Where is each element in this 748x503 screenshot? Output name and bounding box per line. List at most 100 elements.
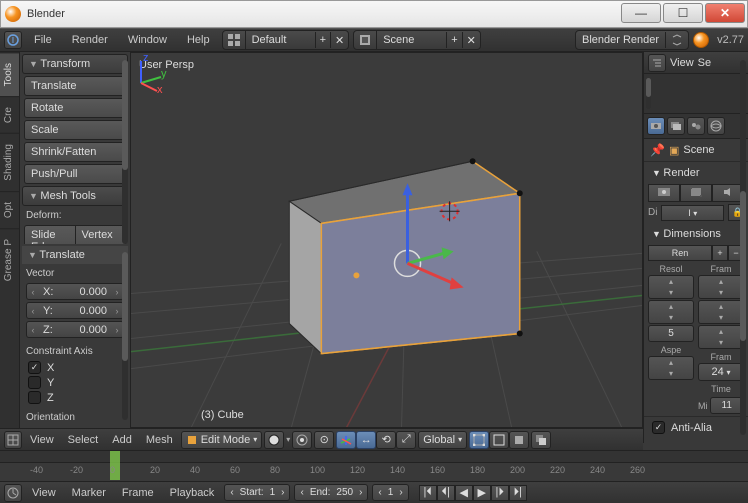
resolution-x-stepper[interactable]: ▴▾ — [648, 275, 694, 299]
scale-button[interactable]: Scale — [24, 120, 126, 140]
select-mode-face-button[interactable] — [509, 431, 529, 449]
display-mode-selector[interactable]: I ▾ — [661, 205, 724, 221]
scene-name[interactable]: Scene — [377, 32, 447, 48]
render-engine-selector[interactable]: Blender Render — [575, 30, 689, 50]
menu-help[interactable]: Help — [179, 31, 218, 49]
chevron-left-icon[interactable]: ‹ — [27, 306, 39, 316]
tl-marker-menu[interactable]: Marker — [66, 485, 112, 501]
menu-file[interactable]: File — [26, 31, 60, 49]
frame-start-stepper[interactable]: ▴▾ — [698, 275, 744, 299]
manipulator-translate-button[interactable]: ↔ — [356, 431, 376, 449]
pivot-point-button[interactable] — [292, 431, 312, 449]
layout-browse-icon[interactable] — [223, 31, 246, 49]
aspect-x-stepper[interactable]: ▴▾ — [648, 356, 694, 380]
layout-name[interactable]: Default — [246, 32, 316, 48]
tl-view-menu[interactable]: View — [26, 485, 62, 501]
3d-viewport[interactable]: User Persp — [130, 52, 643, 428]
resolution-percentage-field[interactable]: 5 — [648, 325, 694, 342]
menu-window[interactable]: Window — [120, 31, 175, 49]
outliner-search-menu[interactable]: Se — [698, 57, 711, 69]
play-reverse-button[interactable]: ◀ — [455, 485, 473, 501]
render-tab-icon[interactable] — [647, 117, 665, 135]
timeline-ruler[interactable] — [0, 451, 748, 463]
frame-rate-field[interactable]: 24 ▾ — [698, 363, 744, 381]
tl-frame-menu[interactable]: Frame — [116, 485, 160, 501]
render-animation-button[interactable] — [680, 184, 712, 202]
vtab-grease-pencil[interactable]: Grease P — [0, 228, 19, 291]
chevron-right-icon[interactable]: › — [396, 487, 405, 498]
chevron-left-icon[interactable]: ‹ — [27, 325, 39, 335]
constraint-y-checkbox[interactable]: Y — [28, 376, 122, 389]
properties-scrollbar[interactable] — [740, 60, 746, 435]
chevron-left-icon[interactable]: ‹ — [297, 487, 306, 498]
scene-add-icon[interactable]: + — [447, 32, 462, 48]
constraint-x-checkbox[interactable]: ✓X — [28, 361, 122, 374]
current-frame-field[interactable]: ‹ 1 › — [372, 484, 408, 501]
play-button[interactable]: ▶ — [473, 485, 491, 501]
tl-playback-menu[interactable]: Playback — [164, 485, 221, 501]
scene-tab-icon[interactable] — [687, 117, 705, 135]
orientation-selector[interactable]: Global ▾ — [418, 431, 467, 449]
editor-type-outliner-icon[interactable] — [648, 54, 666, 72]
mi-field[interactable]: 11 — [710, 397, 745, 414]
layout-remove-icon[interactable]: ✕ — [331, 32, 348, 49]
editor-type-timeline-icon[interactable] — [4, 484, 22, 502]
render-section-header[interactable]: Render — [648, 164, 744, 182]
window-close-button[interactable]: ✕ — [705, 3, 745, 23]
preset-add-button[interactable]: + — [712, 245, 728, 261]
chevron-right-icon[interactable]: › — [278, 487, 287, 498]
mesh-menu[interactable]: Mesh — [140, 432, 179, 448]
manipulator-scale-button[interactable]: ⤢ — [396, 431, 416, 449]
vtab-create[interactable]: Cre — [0, 96, 19, 133]
manipulator-rotate-button[interactable]: ⟲ — [376, 431, 396, 449]
end-frame-field[interactable]: ‹ End: 250 › — [294, 484, 368, 501]
engine-dropdown-icon[interactable] — [666, 31, 688, 49]
frame-end-stepper[interactable]: ▴▾ — [698, 300, 744, 324]
jump-to-start-button[interactable]: |⏴ — [419, 485, 437, 501]
jump-to-end-button[interactable]: ⏵| — [509, 485, 527, 501]
vector-z-field[interactable]: ‹ Z: 0.000 › — [26, 321, 124, 338]
timeline-editor[interactable]: -40-200204060801001201401601802002202402… — [0, 450, 748, 481]
scene-remove-icon[interactable]: ✕ — [463, 32, 480, 49]
keyframe-next-button[interactable]: |⏵ — [491, 485, 509, 501]
view-menu[interactable]: View — [24, 432, 60, 448]
resolution-y-stepper[interactable]: ▴▾ — [648, 300, 694, 324]
select-mode-edge-button[interactable] — [489, 431, 509, 449]
limit-selection-button[interactable] — [531, 431, 551, 449]
keyframe-prev-button[interactable]: ⏴| — [437, 485, 455, 501]
render-engine-name[interactable]: Blender Render — [576, 32, 666, 48]
translate-button[interactable]: Translate — [24, 76, 126, 96]
manipulator-toggle-button[interactable] — [336, 431, 356, 449]
screen-layout-selector[interactable]: Default + ✕ — [222, 30, 350, 50]
operator-header[interactable]: Translate — [22, 246, 128, 264]
mode-selector[interactable]: Edit Mode ▾ — [181, 431, 263, 449]
push-pull-button[interactable]: Push/Pull — [24, 164, 126, 184]
select-mode-vertex-button[interactable] — [469, 431, 489, 449]
pin-icon[interactable]: 📌 — [650, 143, 665, 157]
window-maximize-button[interactable]: ☐ — [663, 3, 703, 23]
anti-aliasing-checkbox[interactable]: ✓ Anti-Alia — [652, 421, 740, 434]
start-frame-field[interactable]: ‹ Start: 1 › — [224, 484, 290, 501]
chevron-left-icon[interactable]: ‹ — [27, 287, 39, 297]
add-menu[interactable]: Add — [106, 432, 138, 448]
rotate-button[interactable]: Rotate — [24, 98, 126, 118]
viewport-shading-button[interactable] — [264, 431, 284, 449]
outliner-content[interactable] — [644, 74, 748, 114]
scene-browse-icon[interactable] — [354, 31, 377, 49]
render-image-button[interactable] — [648, 184, 680, 202]
vtab-shading[interactable]: Shading — [0, 133, 19, 191]
toolshelf-scrollbar[interactable] — [122, 60, 128, 244]
world-tab-icon[interactable] — [707, 117, 725, 135]
editor-type-3dview-icon[interactable] — [4, 431, 22, 449]
render-presets-button[interactable]: Ren — [648, 245, 712, 261]
layout-add-icon[interactable]: + — [316, 32, 331, 48]
chevron-left-icon[interactable]: ‹ — [375, 487, 384, 498]
frame-step-stepper[interactable]: ▴▾ — [698, 325, 744, 349]
outliner-scrollbar[interactable] — [646, 78, 651, 109]
render-layers-tab-icon[interactable] — [667, 117, 685, 135]
vector-y-field[interactable]: ‹ Y: 0.000 › — [26, 302, 124, 319]
menu-render[interactable]: Render — [64, 31, 116, 49]
dimensions-section-header[interactable]: Dimensions — [648, 225, 744, 243]
outliner-view-menu[interactable]: View — [670, 57, 694, 69]
vtab-options[interactable]: Opt — [0, 191, 19, 228]
